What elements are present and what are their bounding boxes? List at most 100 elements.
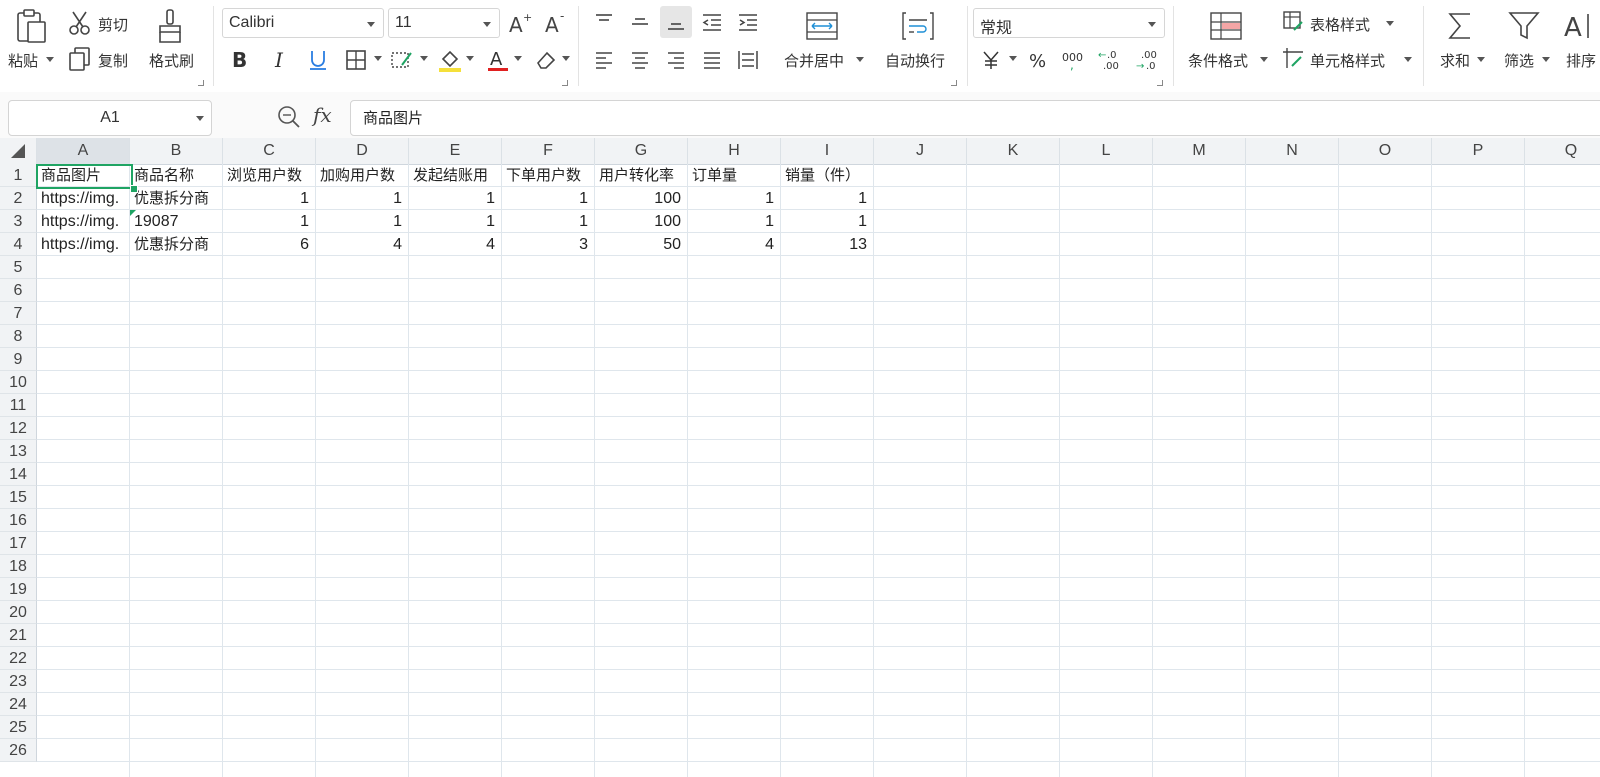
cell-c2[interactable]: 1 [223,187,315,210]
cell-d3[interactable]: 1 [316,210,408,233]
row-header[interactable]: 2 [0,187,37,210]
cell-e4[interactable]: 4 [409,233,501,256]
column-header-q[interactable]: Q [1525,138,1600,164]
name-box[interactable]: A1 [8,100,212,136]
filter-button[interactable]: 筛选 [1504,50,1534,71]
cell-a2[interactable]: https://img. [37,187,129,210]
decrease-decimal-icon[interactable]: .00 → .0 [1132,44,1164,76]
cell-i1[interactable]: 销量（件） [781,164,873,187]
row-header[interactable]: 20 [0,601,37,624]
cell-i3[interactable]: 1 [781,210,873,233]
row-header[interactable]: 5 [0,256,37,279]
row-header[interactable]: 19 [0,578,37,601]
distributed-align-icon[interactable] [732,44,764,76]
row-header[interactable]: 14 [0,463,37,486]
cell-g1[interactable]: 用户转化率 [595,164,687,187]
select-all-corner[interactable] [0,138,37,164]
zoom-function-icon[interactable] [276,104,302,135]
column-header-e[interactable]: E [409,138,502,164]
sum-button[interactable]: 求和 [1440,50,1470,71]
cell-i4[interactable]: 13 [781,233,873,256]
row-header[interactable]: 16 [0,509,37,532]
column-header-f[interactable]: F [502,138,595,164]
row-header[interactable]: 8 [0,325,37,348]
number-format-select[interactable]: 常规 [973,8,1165,38]
align-left-icon[interactable] [588,44,620,76]
column-header-m[interactable]: M [1153,138,1246,164]
format-painter-button[interactable]: 格式刷 [149,50,194,71]
column-header-d[interactable]: D [316,138,409,164]
filter-dropdown-icon[interactable] [1542,57,1550,62]
column-header-b[interactable]: B [130,138,223,164]
row-header[interactable]: 17 [0,532,37,555]
bold-icon[interactable]: B [224,44,256,76]
formula-input[interactable]: 商品图片 [350,100,1600,136]
row-header[interactable]: 21 [0,624,37,647]
spreadsheet-grid[interactable]: ABCDEFGHIJKLMNOPQ 1 2 3 4 5 6 7 8 9 10 11 12 13 14 15 1… [0,138,1600,777]
scissors-icon[interactable] [68,10,92,41]
row-header[interactable]: 3 [0,210,37,233]
row-header[interactable]: 13 [0,440,37,463]
font-color-dropdown-icon[interactable] [514,56,522,61]
row-header[interactable]: 6 [0,279,37,302]
alignment-group-expand-icon[interactable] [951,80,957,86]
currency-yuan-icon[interactable] [975,44,1007,76]
font-group-expand-icon[interactable] [562,80,568,86]
font-size-select[interactable]: 11 [388,8,500,38]
fx-label[interactable]: fx [313,103,332,127]
cell-style-brush-icon[interactable] [386,44,418,76]
sum-dropdown-icon[interactable] [1477,57,1485,62]
align-top-icon[interactable] [588,6,620,38]
format-painter-icon[interactable] [156,8,184,49]
clear-dropdown-icon[interactable] [562,56,570,61]
row-header[interactable]: 11 [0,394,37,417]
paste-dropdown-icon[interactable] [46,57,54,62]
merge-center-icon[interactable] [806,12,838,45]
column-header-c[interactable]: C [223,138,316,164]
cell-c1[interactable]: 浏览用户数 [223,164,315,187]
cell-h2[interactable]: 1 [688,187,780,210]
sort-button[interactable]: 排序 [1566,50,1596,71]
increase-decimal-icon[interactable]: ← .0.00 [1094,44,1126,76]
border-dropdown-icon[interactable] [374,56,382,61]
currency-dropdown-icon[interactable] [1009,56,1017,61]
percent-icon[interactable]: % [1022,44,1054,76]
cell-f4[interactable]: 3 [502,233,594,256]
cell-b2[interactable]: 优惠拆分商 [130,187,222,210]
row-header[interactable]: 23 [0,670,37,693]
column-header-g[interactable]: G [595,138,688,164]
cell-h1[interactable]: 订单量 [688,164,780,187]
sort-icon[interactable]: A [1562,10,1598,47]
table-style-icon[interactable] [1282,10,1304,37]
cell-h4[interactable]: 4 [688,233,780,256]
cell-style-button[interactable]: 单元格样式 [1310,50,1385,71]
cell-i2[interactable]: 1 [781,187,873,210]
cell-g3[interactable]: 100 [595,210,687,233]
column-header-k[interactable]: K [967,138,1060,164]
cell-d2[interactable]: 1 [316,187,408,210]
cell-g2[interactable]: 100 [595,187,687,210]
row-header[interactable]: 15 [0,486,37,509]
column-header-p[interactable]: P [1432,138,1525,164]
cell-e1[interactable]: 发起结账用 [409,164,501,187]
wrap-text-button[interactable]: 自动换行 [885,50,945,71]
conditional-format-button[interactable]: 条件格式 [1188,50,1248,71]
fill-color-icon[interactable] [434,44,466,76]
row-header[interactable]: 26 [0,739,37,762]
cell-style-icon[interactable] [1282,47,1304,74]
row-header[interactable]: 22 [0,647,37,670]
increase-indent-icon[interactable] [732,6,764,38]
row-header[interactable]: 1 [0,164,37,187]
cut-button[interactable]: 剪切 [98,14,128,35]
filter-icon[interactable] [1508,10,1540,47]
copy-icon[interactable] [68,46,92,77]
cell-c3[interactable]: 1 [223,210,315,233]
align-center-icon[interactable] [624,44,656,76]
align-right-icon[interactable] [660,44,692,76]
decrease-font-size-icon[interactable]: A- [540,8,572,40]
cell-style-dropdown-icon[interactable] [420,56,428,61]
cell-b3[interactable]: 19087 [130,210,222,233]
table-style-button[interactable]: 表格样式 [1310,14,1370,35]
clipboard-group-expand-icon[interactable] [198,80,204,86]
font-color-icon[interactable]: A [482,44,514,76]
